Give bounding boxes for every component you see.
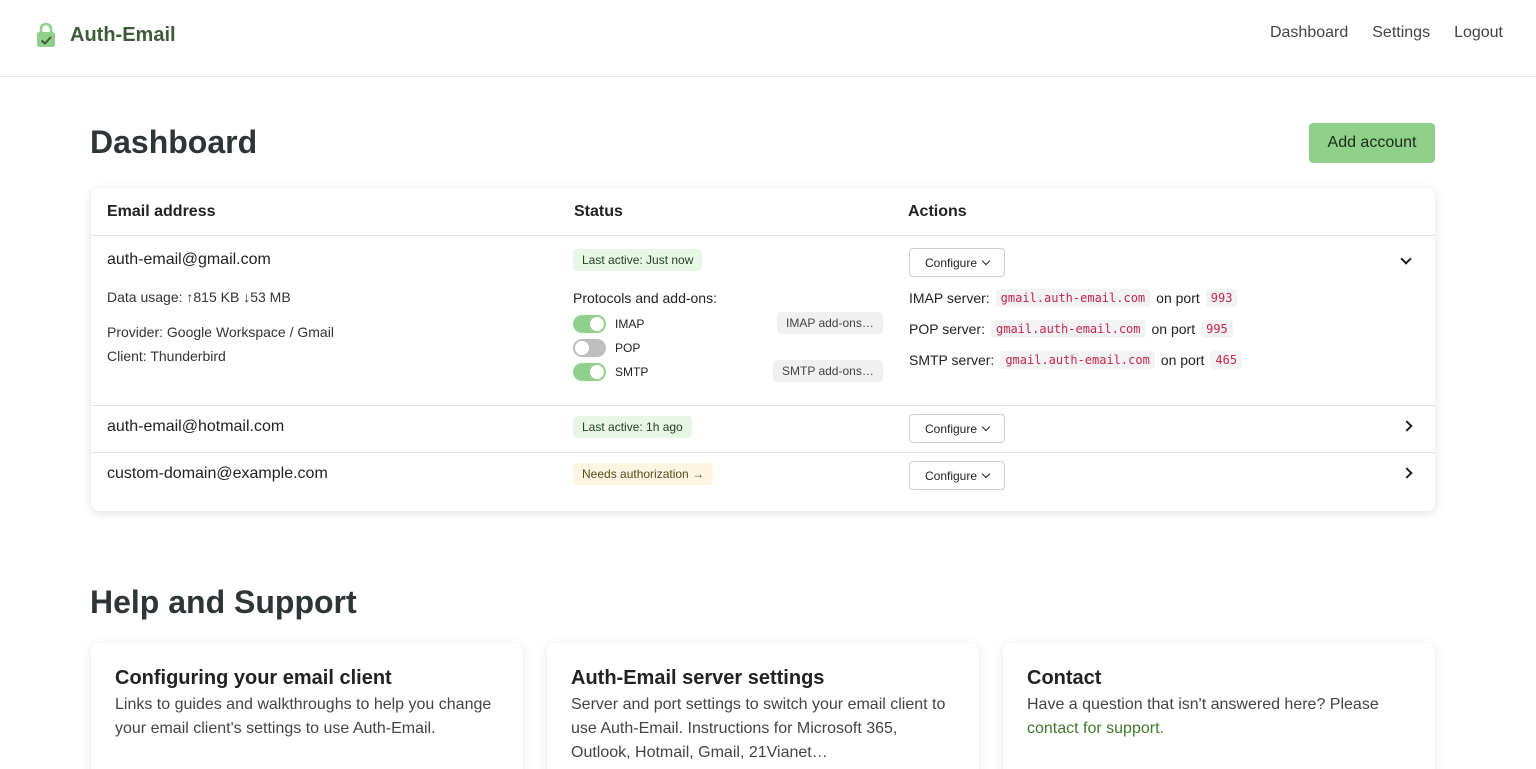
column-email-header: Email address: [107, 203, 216, 220]
server-host: gmail.auth-email.com: [991, 320, 1146, 338]
help-card-text: Server and port settings to switch your …: [571, 696, 946, 761]
brand[interactable]: Auth-Email: [36, 20, 176, 50]
server-port: 465: [1210, 351, 1243, 369]
nav-settings-link[interactable]: Settings: [1372, 24, 1430, 42]
row-email: auth-email@hotmail.com: [107, 418, 285, 435]
nav-logout-link[interactable]: Logout: [1454, 24, 1503, 42]
toggle-knob: [575, 341, 589, 355]
configure-label: Configure: [924, 255, 978, 270]
lock-check-icon: [37, 22, 55, 47]
provider-text: Provider: Google Workspace / Gmail: [107, 324, 334, 340]
configure-label: Configure: [924, 421, 978, 436]
server-port: 995: [1201, 320, 1233, 338]
server-label: SMTP server:: [909, 352, 995, 368]
imap-addons-button[interactable]: IMAP add-ons…: [777, 312, 883, 334]
pop-toggle[interactable]: [573, 339, 606, 357]
help-card-title: Configuring your email client: [115, 667, 392, 689]
page-title: Dashboard: [90, 124, 258, 160]
table-header: Email address Status Actions: [91, 188, 1435, 236]
smtp-addons-button[interactable]: SMTP add-ons…: [773, 360, 883, 382]
toggle-knob: [590, 365, 604, 379]
configure-button[interactable]: Configure: [909, 414, 1005, 443]
toggle-knob: [590, 317, 604, 331]
server-label: IMAP server:: [909, 290, 990, 306]
row-divider: [91, 452, 1435, 453]
column-status-header: Status: [574, 203, 623, 220]
configure-button[interactable]: Configure: [909, 461, 1005, 490]
help-card-contact: Contact Have a question that isn't answe…: [1003, 643, 1435, 769]
configure-button[interactable]: Configure: [909, 248, 1005, 277]
status-badge: Last active: 1h ago: [573, 416, 692, 438]
add-account-button[interactable]: Add account: [1309, 123, 1435, 163]
nav-links: Dashboard Settings Logout: [1270, 24, 1503, 42]
on-port-text: on port: [1151, 321, 1196, 337]
server-port: 993: [1205, 289, 1238, 307]
smtp-label: SMTP: [615, 365, 649, 379]
navbar: Auth-Email Dashboard Settings Logout: [0, 0, 1536, 77]
help-card-title: Auth-Email server settings: [571, 667, 825, 689]
client-text: Client: Thunderbird: [107, 348, 226, 364]
row-divider: [91, 405, 1435, 406]
pop-label: POP: [615, 341, 641, 355]
data-usage: Data usage: ↑815 KB ↓53 MB: [107, 289, 291, 305]
imap-server-line: IMAP server: gmail.auth-email.com on por…: [909, 289, 1243, 307]
imap-label: IMAP: [615, 317, 645, 331]
smtp-toggle[interactable]: [573, 363, 606, 381]
row-email: custom-domain@example.com: [107, 465, 328, 482]
chevron-down-icon: [981, 422, 991, 432]
nav-dashboard-link[interactable]: Dashboard: [1270, 24, 1348, 42]
chevron-down-icon: [981, 469, 991, 479]
row-email: auth-email@gmail.com: [107, 251, 271, 268]
status-badge-needs-auth[interactable]: Needs authorization →: [573, 463, 714, 485]
smtp-server-line: SMTP server: gmail.auth-email.com on por…: [909, 351, 1248, 369]
accounts-table: Email address Status Actions auth-email@…: [91, 188, 1435, 511]
protocols-title: Protocols and add-ons:: [573, 290, 717, 306]
help-section-title: Help and Support: [90, 584, 357, 620]
contact-support-link[interactable]: contact for support.: [1027, 720, 1164, 737]
help-card-email-client[interactable]: Configuring your email client Links to g…: [91, 643, 523, 769]
server-host: gmail.auth-email.com: [995, 289, 1151, 307]
configure-label: Configure: [924, 468, 978, 483]
imap-toggle[interactable]: [573, 315, 606, 333]
status-badge: Last active: Just now: [573, 249, 703, 271]
column-actions-header: Actions: [908, 203, 967, 220]
server-host: gmail.auth-email.com: [1000, 351, 1155, 369]
help-card-text: Have a question that isn't answered here…: [1027, 693, 1407, 741]
help-card-text: Links to guides and walkthroughs to help…: [115, 696, 492, 737]
pop-server-line: POP server: gmail.auth-email.com on port…: [909, 320, 1239, 338]
chevron-right-icon[interactable]: [1401, 420, 1413, 432]
on-port-text: on port: [1156, 290, 1200, 306]
chevron-right-icon[interactable]: [1401, 467, 1413, 479]
chevron-down-icon: [981, 256, 991, 266]
help-card-title: Contact: [1027, 667, 1102, 689]
server-label: POP server:: [909, 321, 985, 337]
chevron-down-icon[interactable]: [1400, 253, 1412, 265]
brand-name: Auth-Email: [70, 23, 176, 46]
contact-text: Have a question that isn't answered here…: [1027, 696, 1379, 713]
help-card-server-settings[interactable]: Auth-Email server settings Server and po…: [547, 643, 979, 769]
on-port-text: on port: [1160, 352, 1205, 368]
